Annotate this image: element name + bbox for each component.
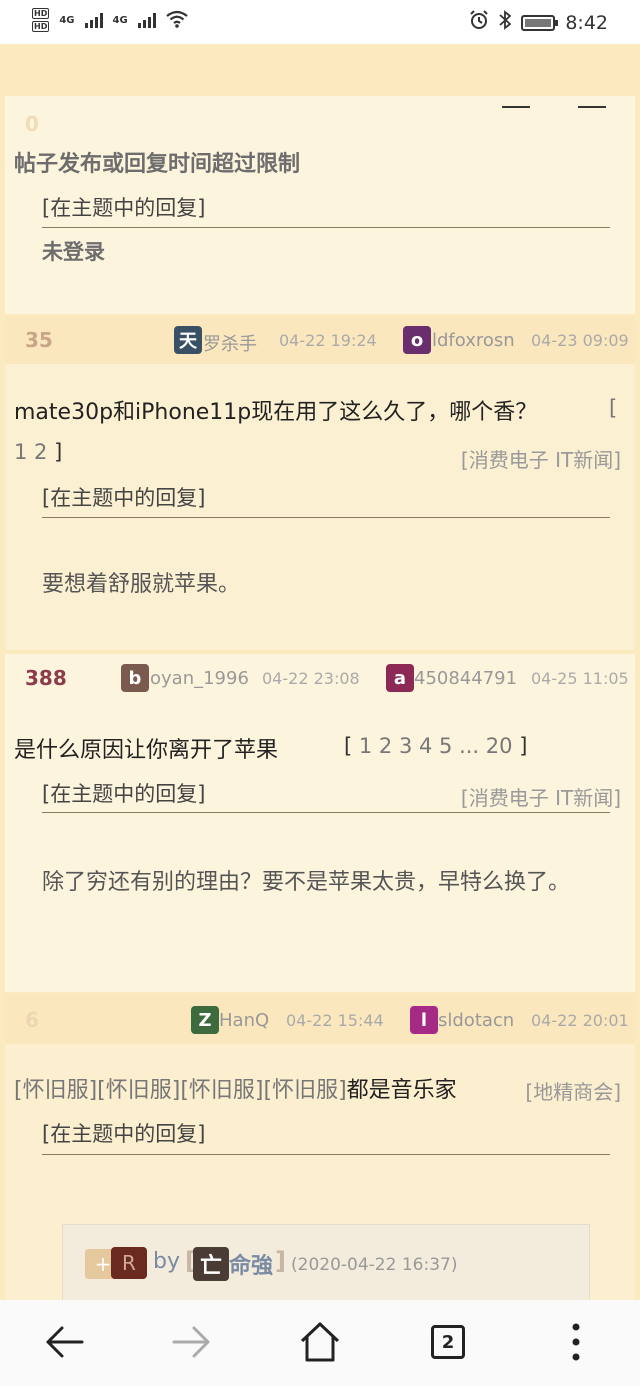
last-reply-time: 04-25 11:05: [531, 669, 629, 688]
alarm-icon: [469, 10, 489, 35]
topic-card[interactable]: 0 帖子发布或回复时间超过限制 [在主题中的回复] 未登录: [5, 96, 635, 314]
divider: [42, 517, 610, 518]
top-spacer: [5, 44, 635, 94]
page-links-open: [: [344, 734, 353, 758]
dash-mark: [578, 106, 606, 108]
last-replier-name[interactable]: sldotacn: [438, 1010, 514, 1031]
tabs-icon: 2: [431, 1325, 465, 1359]
reply-label: [在主题中的回复]: [42, 1122, 206, 1146]
author-avatar[interactable]: b: [121, 664, 149, 692]
post-time: 04-22 15:44: [286, 1011, 384, 1030]
topic-title-main: 都是音乐家: [346, 1078, 457, 1103]
browser-nav-bar: 2: [0, 1300, 640, 1386]
last-replier-avatar[interactable]: l: [410, 1006, 438, 1034]
divider: [42, 1154, 610, 1155]
status-bar: HD HD 4G 4G 8:42: [0, 0, 640, 44]
last-reply-time: 04-23 09:09: [531, 331, 629, 350]
signal-icon: [84, 12, 103, 28]
topic-meta-bar: 6 Z HanQ 04-22 15:44 l sldotacn 04-22 20…: [5, 996, 635, 1044]
home-button[interactable]: [296, 1318, 344, 1366]
reply-excerpt: 要想着舒服就苹果。: [42, 572, 241, 597]
topic-meta-bar: 388 b oyan_1996 04-22 23:08 a 450844791 …: [5, 654, 635, 702]
r-badge: R: [111, 1247, 147, 1279]
reply-label: [在主题中的回复]: [42, 196, 206, 220]
topic-tags: [怀旧服][怀旧服][怀旧服][怀旧服]: [14, 1078, 347, 1103]
reply-count: 388: [25, 666, 67, 690]
author-name[interactable]: oyan_1996: [150, 668, 249, 689]
reply-date: (2020-04-22 16:37): [291, 1255, 458, 1275]
last-replier-avatar[interactable]: a: [386, 664, 414, 692]
tabs-button[interactable]: 2: [424, 1318, 472, 1366]
topic-card[interactable]: 是什么原因让你离开了苹果 [ 1 2 3 4 5 ... 20 ] [在主题中的…: [5, 702, 635, 992]
author-avatar[interactable]: Z: [191, 1006, 219, 1034]
last-reply-time: 04-22 20:01: [531, 1011, 629, 1030]
last-replier-name[interactable]: 450844791: [414, 668, 517, 689]
reply-count: 35: [25, 328, 53, 352]
reply-user-name[interactable]: 命強: [229, 1248, 273, 1280]
network-type: 4G: [59, 14, 75, 26]
page-links-open: [: [609, 396, 618, 420]
network-type: 4G: [112, 14, 128, 26]
signal-icon: [137, 12, 156, 28]
post-time: 04-22 19:24: [279, 331, 377, 350]
divider: [42, 812, 610, 813]
reply-excerpt: 除了穷还有别的理由？要不是苹果太贵，早特么换了。: [42, 870, 571, 895]
post-time: 04-22 23:08: [262, 669, 360, 688]
reply-count: 6: [25, 1008, 39, 1032]
topic-meta-bar: 35 天 罗杀手 04-22 19:24 o ldfoxrosn 04-23 0…: [5, 316, 635, 364]
page-numbers[interactable]: 1 2 3 4 5 ... 20: [359, 734, 513, 758]
author-avatar[interactable]: 天: [174, 326, 202, 354]
reply-label: [在主题中的回复]: [42, 782, 206, 806]
topic-title[interactable]: [怀旧服][怀旧服][怀旧服][怀旧服]都是音乐家: [14, 1072, 457, 1104]
home-icon: [300, 1322, 340, 1362]
reply-user-avatar[interactable]: 亡: [193, 1247, 229, 1281]
last-replier-name[interactable]: ldfoxrosn: [432, 330, 515, 351]
bluetooth-icon: [499, 10, 512, 35]
page-links[interactable]: 1 2 ]: [14, 440, 62, 464]
page-numbers[interactable]: 1 2: [14, 440, 47, 464]
dash-mark: [502, 106, 530, 108]
page-links[interactable]: [ 1 2 3 4 5 ... 20 ]: [344, 734, 527, 758]
hd-badge: HD: [32, 8, 50, 19]
back-button[interactable]: [40, 1318, 88, 1366]
more-vertical-icon: [572, 1323, 580, 1361]
forum-tag[interactable]: [消费电子 IT新闻]: [461, 782, 621, 811]
topic-card[interactable]: mate30p和iPhone11p现在用了这么久了，哪个香？ [ 1 2 ] […: [5, 364, 635, 650]
topic-title[interactable]: 帖子发布或回复时间超过限制: [14, 146, 300, 178]
page-links-close: ]: [54, 440, 63, 464]
topic-title[interactable]: 是什么原因让你离开了苹果: [14, 732, 278, 764]
reply-label: [在主题中的回复]: [42, 486, 206, 510]
topic-list-page: 0 帖子发布或回复时间超过限制 [在主题中的回复] 未登录 35 天 罗杀手 0…: [0, 44, 640, 1300]
reply-count: 0: [25, 112, 39, 136]
reply-user-close: ]: [275, 1247, 286, 1275]
by-label: by: [153, 1249, 180, 1274]
hd-badge: HD: [32, 21, 50, 32]
forum-tag[interactable]: [消费电子 IT新闻]: [461, 444, 621, 473]
clock: 8:42: [565, 11, 608, 34]
arrow-right-icon: [172, 1326, 210, 1358]
forward-button[interactable]: [168, 1318, 216, 1366]
topic-title[interactable]: mate30p和iPhone11p现在用了这么久了，哪个香？: [14, 394, 537, 426]
more-menu-button[interactable]: [552, 1318, 600, 1366]
author-name[interactable]: HanQ: [219, 1010, 269, 1031]
battery-icon: [521, 14, 559, 31]
divider: [42, 227, 610, 228]
author-name[interactable]: 罗杀手: [203, 330, 257, 356]
tab-count: 2: [441, 1331, 455, 1353]
page-links-close: ]: [519, 734, 528, 758]
reply-excerpt: 未登录: [42, 240, 105, 264]
last-replier-avatar[interactable]: o: [403, 326, 431, 354]
arrow-left-icon: [46, 1326, 84, 1358]
latest-reply-box[interactable]: + R by [ 亡 命強 ] (2020-04-22 16:37): [62, 1224, 590, 1300]
forum-tag[interactable]: [地精商会]: [525, 1076, 621, 1105]
wifi-icon: [166, 10, 188, 31]
